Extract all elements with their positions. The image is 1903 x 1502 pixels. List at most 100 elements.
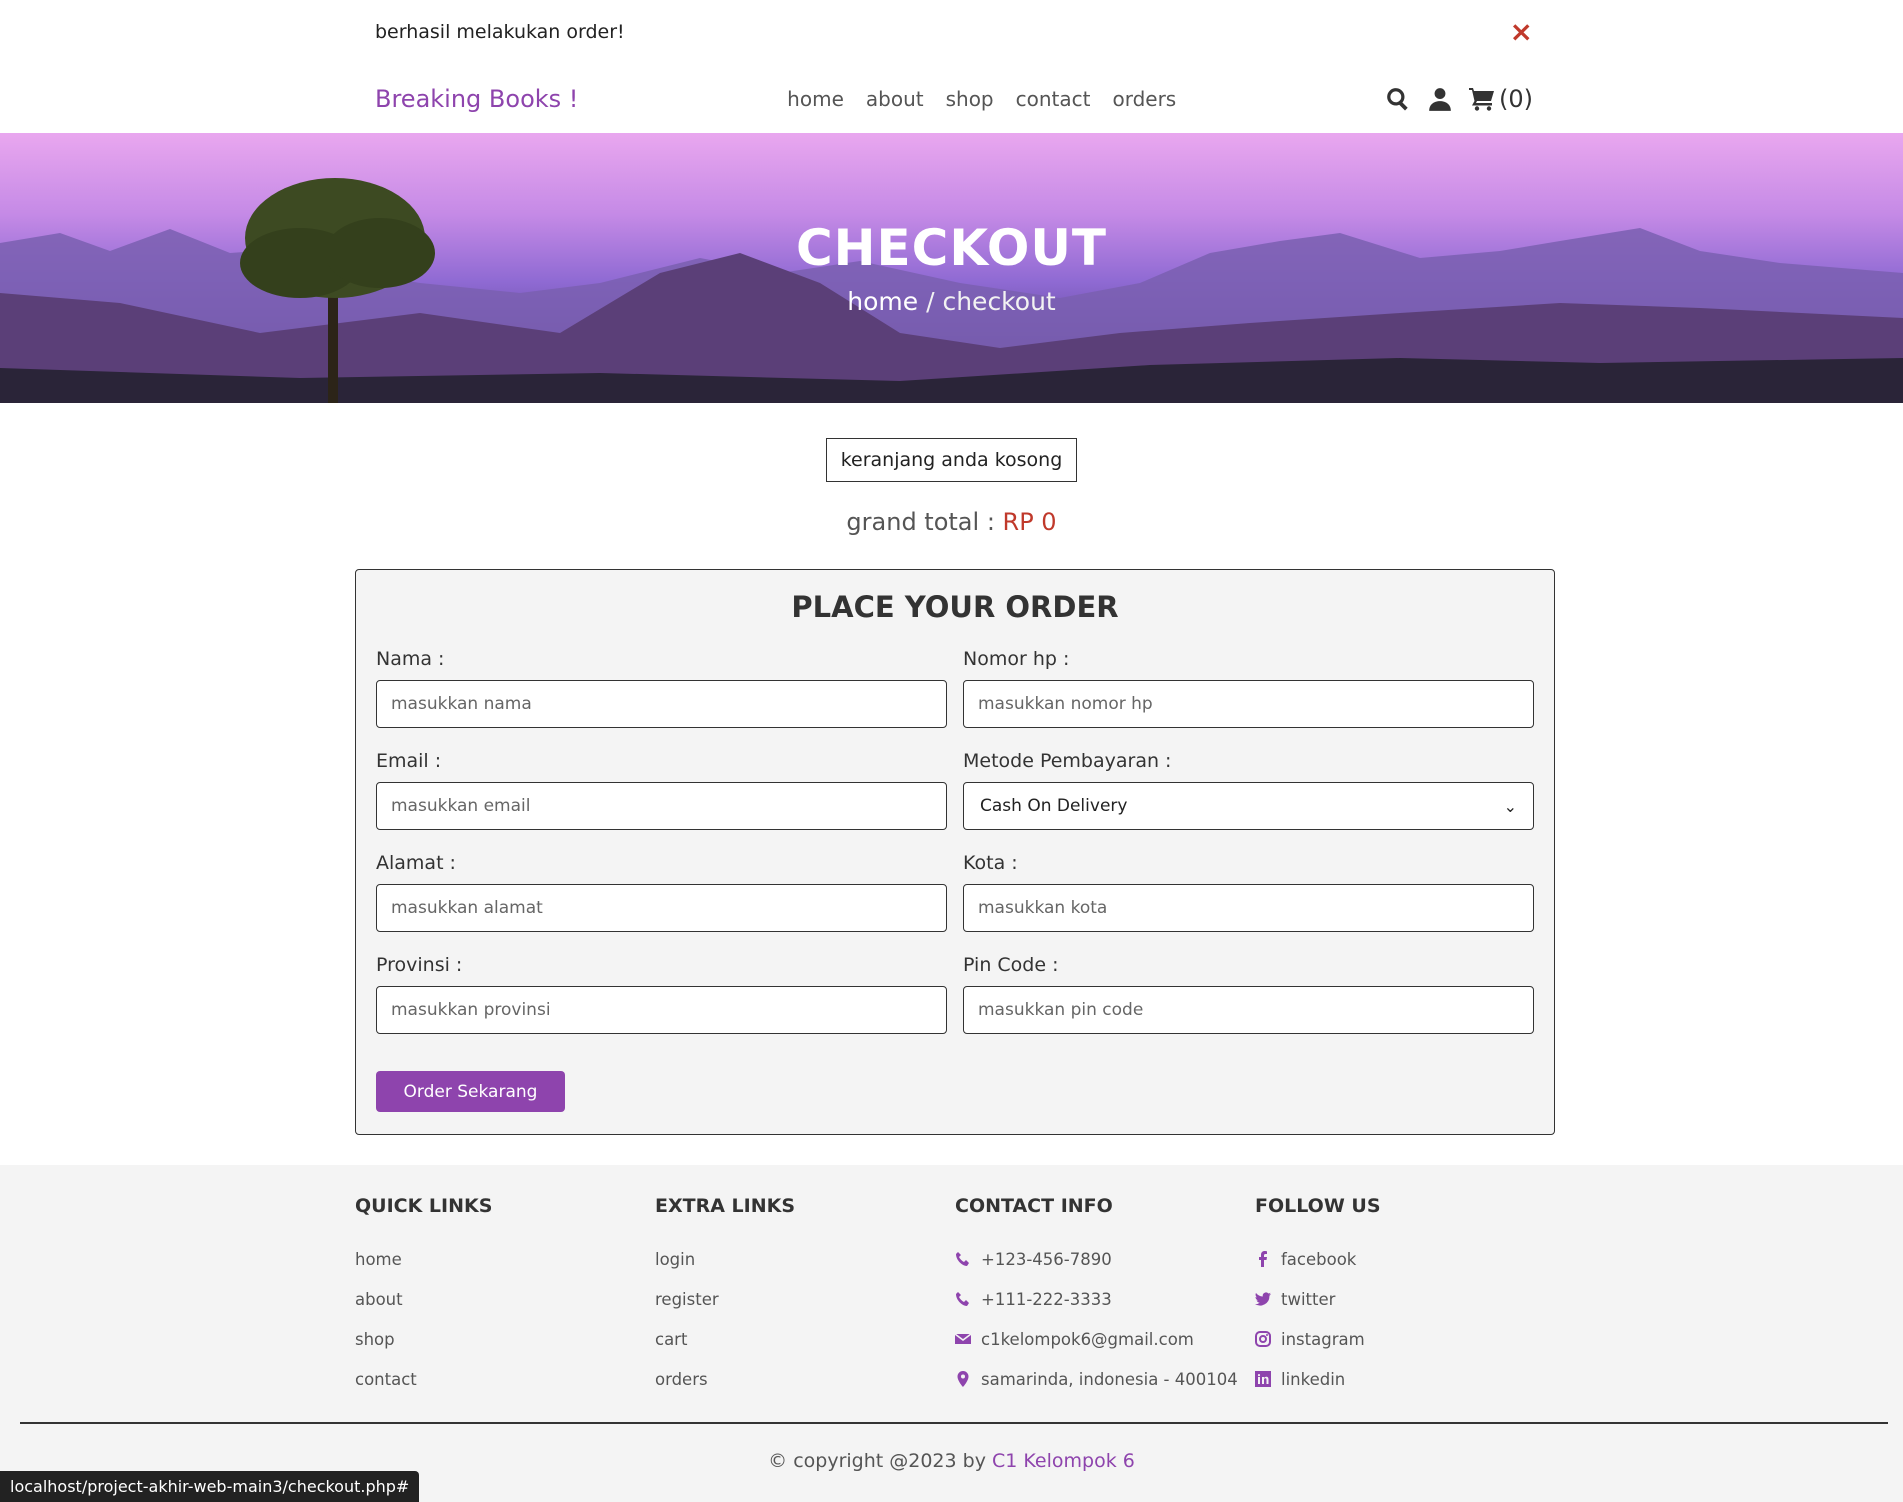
social-instagram-text: instagram	[1281, 1329, 1365, 1349]
pin-code-field-group: Pin Code :	[963, 954, 1534, 1034]
facebook-icon	[1259, 1251, 1267, 1267]
footer-link-home[interactable]: home	[355, 1239, 655, 1279]
province-label: Provinsi :	[376, 954, 463, 976]
social-twitter-text: twitter	[1281, 1289, 1336, 1309]
quick-links-title: QUICK LINKS	[355, 1195, 493, 1217]
footer-link-cart[interactable]: cart	[655, 1319, 955, 1359]
breadcrumb-home[interactable]: home	[847, 287, 918, 316]
linkedin-icon	[1255, 1371, 1271, 1387]
follow-us-title: FOLLOW US	[1255, 1195, 1381, 1217]
nav-orders[interactable]: orders	[1112, 87, 1176, 111]
contact-phone-2-text: +111-222-3333	[981, 1289, 1112, 1309]
copyright: © copyright @2023 by C1 Kelompok 6	[0, 1450, 1903, 1472]
email-input[interactable]	[376, 782, 947, 830]
contact-info-title: CONTACT INFO	[955, 1195, 1113, 1217]
empty-cart-notice: keranjang anda kosong	[825, 438, 1078, 482]
contact-address[interactable]: samarinda, indonesia - 400104	[955, 1359, 1255, 1399]
quick-links-column: QUICK LINKS home about shop contact	[355, 1195, 655, 1399]
social-instagram[interactable]: instagram	[1255, 1319, 1555, 1359]
footer-link-login[interactable]: login	[655, 1239, 955, 1279]
map-marker-icon	[957, 1371, 969, 1387]
email-label: Email :	[376, 750, 442, 772]
province-input[interactable]	[376, 986, 947, 1034]
contact-phone-1[interactable]: +123-456-7890	[955, 1239, 1255, 1279]
contact-info-column: CONTACT INFO +123-456-7890 +111-222-3333…	[955, 1195, 1255, 1399]
nav-shop[interactable]: shop	[946, 87, 994, 111]
twitter-icon	[1255, 1292, 1271, 1306]
nav-contact[interactable]: contact	[1016, 87, 1091, 111]
phone-icon	[956, 1252, 969, 1266]
footer-link-about[interactable]: about	[355, 1279, 655, 1319]
user-icon[interactable]	[1427, 86, 1453, 112]
province-field-group: Provinsi :	[376, 954, 947, 1034]
social-facebook-text: facebook	[1281, 1249, 1357, 1269]
contact-email-text: c1kelompok6@gmail.com	[981, 1329, 1194, 1349]
footer-link-contact[interactable]: contact	[355, 1359, 655, 1399]
name-label: Nama :	[376, 648, 445, 670]
grand-total-label: grand total :	[846, 508, 1003, 536]
address-input[interactable]	[376, 884, 947, 932]
follow-us-column: FOLLOW US facebook twitter instagram lin…	[1255, 1195, 1555, 1399]
phone-icon	[956, 1292, 969, 1306]
shopping-cart-icon	[1468, 87, 1494, 111]
message-text: berhasil melakukan order!	[375, 21, 625, 43]
social-linkedin[interactable]: linkedin	[1255, 1359, 1555, 1399]
city-field-group: Kota :	[963, 852, 1534, 932]
city-label: Kota :	[963, 852, 1018, 874]
logo[interactable]: Breaking Books !	[375, 85, 578, 113]
navbar: home about shop contact orders	[787, 87, 1176, 111]
header: Breaking Books ! home about shop contact…	[0, 64, 1903, 133]
payment-method-label: Metode Pembayaran :	[963, 750, 1172, 772]
breadcrumb: home / checkout	[0, 287, 1903, 316]
email-field-group: Email :	[376, 750, 947, 830]
envelope-icon	[955, 1333, 971, 1344]
checkout-form: PLACE YOUR ORDER Nama : Nomor hp : Email…	[355, 569, 1555, 1135]
phone-label: Nomor hp :	[963, 648, 1070, 670]
pin-code-input[interactable]	[963, 986, 1534, 1034]
nav-home[interactable]: home	[787, 87, 844, 111]
address-label: Alamat :	[376, 852, 456, 874]
display-order: keranjang anda kosong	[0, 438, 1903, 482]
footer-divider	[20, 1422, 1888, 1424]
contact-phone-1-text: +123-456-7890	[981, 1249, 1112, 1269]
social-linkedin-text: linkedin	[1281, 1369, 1346, 1389]
contact-address-text: samarinda, indonesia - 400104	[981, 1369, 1238, 1389]
browser-status-url: localhost/project-akhir-web-main3/checko…	[0, 1471, 420, 1502]
name-input[interactable]	[376, 680, 947, 728]
contact-phone-2[interactable]: +111-222-3333	[955, 1279, 1255, 1319]
grand-total-value: RP 0	[1002, 508, 1057, 536]
footer-link-register[interactable]: register	[655, 1279, 955, 1319]
phone-input[interactable]	[963, 680, 1534, 728]
copyright-author-link[interactable]: C1 Kelompok 6	[992, 1450, 1135, 1472]
order-now-button[interactable]: Order Sekarang	[376, 1071, 565, 1112]
order-success-message: berhasil melakukan order! ×	[355, 0, 1553, 64]
copyright-prefix: © copyright @2023 by	[768, 1450, 992, 1472]
social-twitter[interactable]: twitter	[1255, 1279, 1555, 1319]
cart-link[interactable]: (0)	[1468, 84, 1533, 113]
payment-method-field-group: Metode Pembayaran : Cash On Delivery ⌄	[963, 750, 1534, 830]
address-field-group: Alamat :	[376, 852, 947, 932]
header-icons: (0)	[1385, 85, 1533, 113]
extra-links-title: EXTRA LINKS	[655, 1195, 796, 1217]
instagram-icon	[1255, 1331, 1271, 1347]
extra-links-column: EXTRA LINKS login register cart orders	[655, 1195, 955, 1399]
page-heading-banner: CHECKOUT home / checkout	[0, 133, 1903, 403]
footer-link-shop[interactable]: shop	[355, 1319, 655, 1359]
chevron-down-icon: ⌄	[1503, 796, 1517, 816]
payment-method-select[interactable]: Cash On Delivery ⌄	[963, 782, 1534, 830]
social-facebook[interactable]: facebook	[1255, 1239, 1555, 1279]
breadcrumb-current: checkout	[942, 287, 1056, 316]
name-field-group: Nama :	[376, 648, 947, 728]
nav-about[interactable]: about	[866, 87, 924, 111]
footer-link-orders[interactable]: orders	[655, 1359, 955, 1399]
close-icon[interactable]: ×	[1510, 18, 1533, 46]
grand-total: grand total : RP 0	[0, 508, 1903, 536]
form-title: PLACE YOUR ORDER	[791, 590, 1119, 624]
pin-code-label: Pin Code :	[963, 954, 1059, 976]
payment-method-value: Cash On Delivery	[980, 796, 1128, 816]
phone-field-group: Nomor hp :	[963, 648, 1534, 728]
search-icon[interactable]	[1385, 86, 1411, 112]
contact-email[interactable]: c1kelompok6@gmail.com	[955, 1319, 1255, 1359]
city-input[interactable]	[963, 884, 1534, 932]
cart-count: (0)	[1498, 84, 1533, 113]
